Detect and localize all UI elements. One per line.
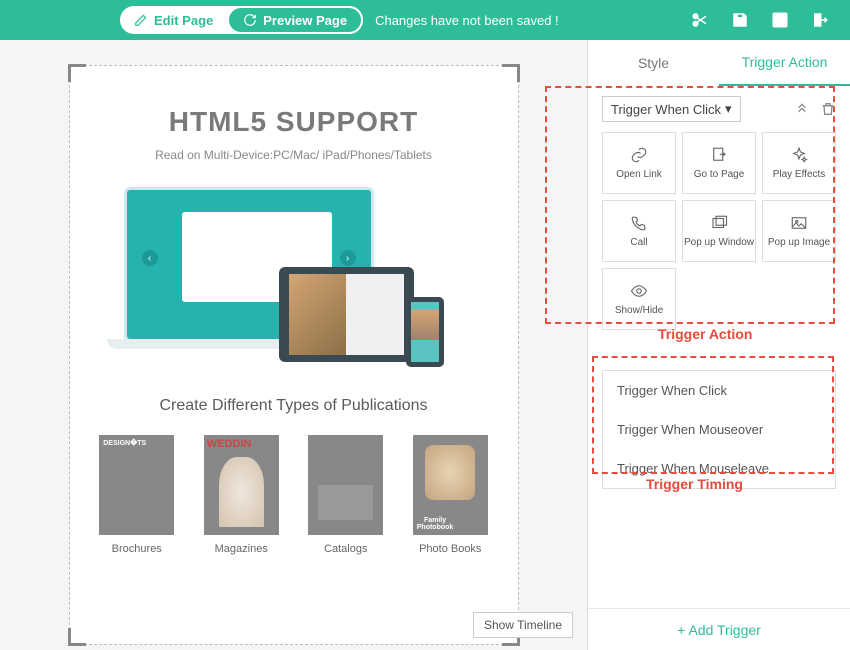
save-status-text: Changes have not been saved ! (375, 13, 559, 28)
action-open-link[interactable]: Open Link (602, 132, 676, 194)
page-title: HTML5 SUPPORT (70, 106, 518, 138)
timing-option-click[interactable]: Trigger When Click (603, 371, 835, 410)
action-label: Call (630, 237, 647, 248)
photobook-cover (413, 435, 488, 535)
publication-item: Catalogs (308, 435, 383, 555)
edit-page-button[interactable]: Edit Page (120, 6, 227, 34)
action-popup-window[interactable]: Pop up Window (682, 200, 756, 262)
catalog-cover (308, 435, 383, 535)
tablet-mockup (279, 267, 414, 362)
tab-trigger-action[interactable]: Trigger Action (719, 40, 850, 86)
exit-button[interactable] (800, 0, 840, 40)
mode-toggle: Edit Page Preview Page (120, 6, 363, 34)
publication-item: Brochures (99, 435, 174, 555)
publication-label: Brochures (99, 543, 174, 555)
window-icon (710, 214, 728, 232)
publication-item: Magazines (204, 435, 279, 555)
canvas-area: HTML5 SUPPORT Read on Multi-Device:PC/Ma… (0, 40, 587, 650)
save-icon (731, 11, 749, 29)
action-popup-image[interactable]: Pop up Image (762, 200, 836, 262)
timing-option-mouseleave[interactable]: Trigger When Mouseleave (603, 449, 835, 488)
action-label: Pop up Window (684, 237, 754, 248)
action-label: Play Effects (773, 169, 826, 180)
action-label: Show/Hide (615, 305, 663, 316)
delete-icon[interactable] (820, 101, 836, 117)
timing-option-mouseover[interactable]: Trigger When Mouseover (603, 410, 835, 449)
caret-down-icon: ▾ (725, 101, 732, 117)
show-timeline-button[interactable]: Show Timeline (473, 612, 573, 638)
sidebar-tabs: Style Trigger Action (588, 40, 850, 86)
exit-icon (811, 11, 829, 29)
device-mockups: ‹ › (124, 187, 464, 362)
sparkle-icon (790, 146, 808, 164)
refresh-icon (243, 13, 257, 27)
save-button[interactable] (720, 0, 760, 40)
edit-icon (134, 13, 148, 27)
corner-handle-tl[interactable] (68, 64, 86, 82)
cut-button[interactable] (680, 0, 720, 40)
import-icon (771, 11, 789, 29)
tab-style[interactable]: Style (588, 40, 719, 86)
action-show-hide[interactable]: Show/Hide (602, 268, 676, 330)
top-toolbar: Edit Page Preview Page Changes have not … (0, 0, 850, 40)
trigger-timing-list: Trigger When Click Trigger When Mouseove… (602, 370, 836, 489)
page-canvas[interactable]: HTML5 SUPPORT Read on Multi-Device:PC/Ma… (69, 65, 519, 645)
page-arrow-icon (710, 146, 728, 164)
corner-handle-bl[interactable] (68, 628, 86, 646)
publication-label: Catalogs (308, 543, 383, 555)
scissors-icon (691, 11, 709, 29)
phone-icon (630, 214, 648, 232)
properties-sidebar: Style Trigger Action Trigger When Click … (587, 40, 850, 650)
trigger-panel: Trigger When Click ▾ Open Link Go to Pag… (588, 86, 850, 608)
action-call[interactable]: Call (602, 200, 676, 262)
publication-item: Photo Books (413, 435, 488, 555)
collapse-icon[interactable] (794, 101, 810, 117)
page-heading2: Create Different Types of Publications (70, 397, 518, 415)
eye-icon (630, 282, 648, 300)
action-label: Open Link (616, 169, 662, 180)
magazine-cover (204, 435, 279, 535)
action-play-effects[interactable]: Play Effects (762, 132, 836, 194)
image-icon (790, 214, 808, 232)
preview-page-label: Preview Page (263, 13, 347, 28)
edit-page-label: Edit Page (154, 13, 213, 28)
corner-handle-tr[interactable] (502, 64, 520, 82)
trigger-timing-dropdown[interactable]: Trigger When Click ▾ (602, 96, 741, 122)
import-button[interactable] (760, 0, 800, 40)
chevron-left-icon: ‹ (142, 250, 158, 266)
publication-row: Brochures Magazines Catalogs Photo Books (70, 435, 518, 555)
page-subtitle: Read on Multi-Device:PC/Mac/ iPad/Phones… (70, 148, 518, 162)
chevron-right-icon: › (340, 250, 356, 266)
action-goto-page[interactable]: Go to Page (682, 132, 756, 194)
publication-label: Photo Books (413, 543, 488, 555)
phone-mockup (406, 297, 444, 367)
brochure-cover (99, 435, 174, 535)
link-icon (630, 146, 648, 164)
trigger-action-grid: Open Link Go to Page Play Effects Call P… (602, 132, 836, 330)
trigger-dropdown-label: Trigger When Click (611, 102, 721, 117)
action-label: Go to Page (694, 169, 745, 180)
action-label: Pop up Image (768, 237, 830, 248)
publication-label: Magazines (204, 543, 279, 555)
preview-page-button[interactable]: Preview Page (227, 6, 363, 34)
add-trigger-button[interactable]: + Add Trigger (588, 608, 850, 650)
